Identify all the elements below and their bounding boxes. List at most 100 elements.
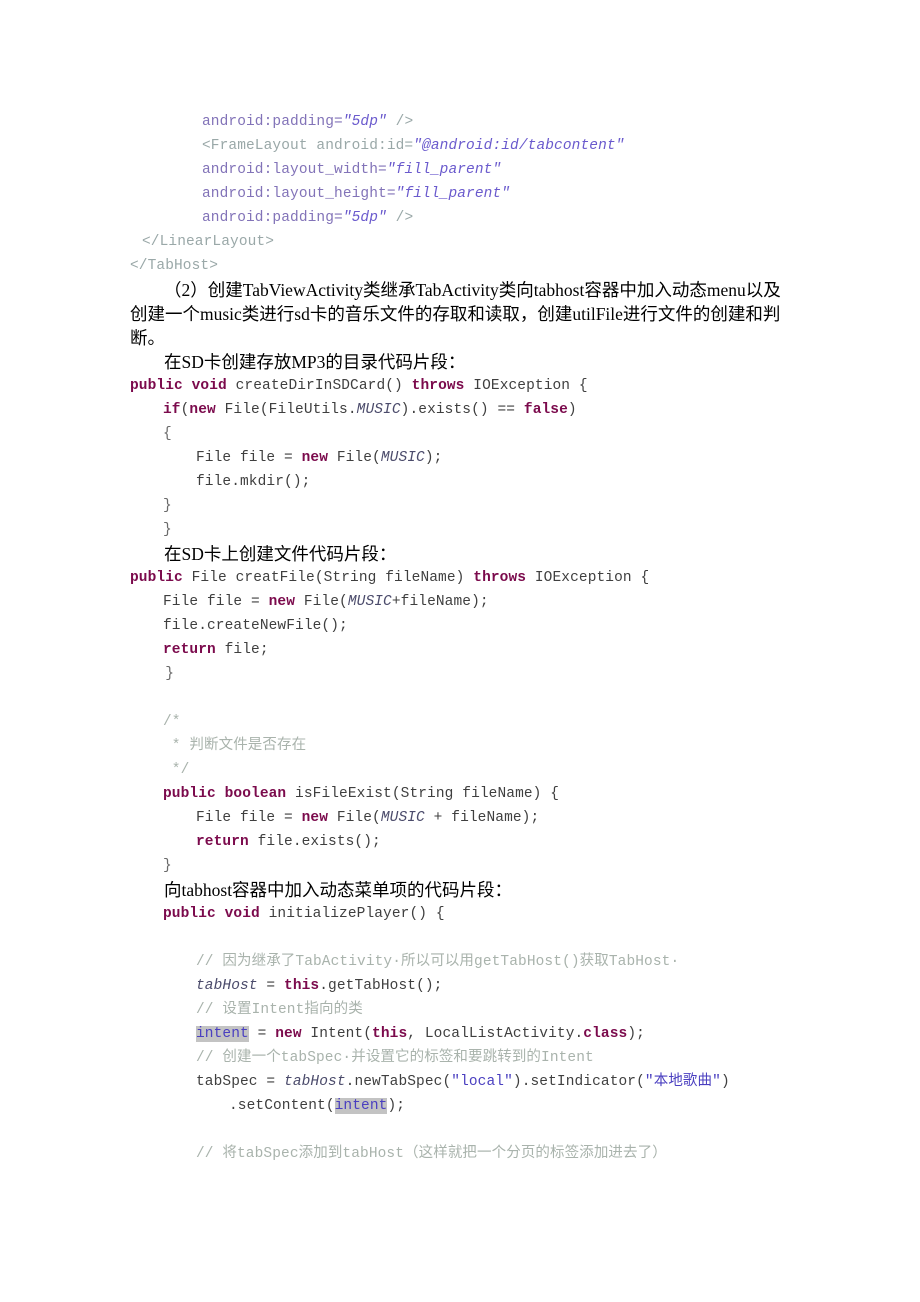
code-token: MUSIC (380, 450, 425, 466)
java-code-block-2: public File creatFile(String fileName) t… (130, 566, 830, 878)
code-token: Intent( (301, 1026, 373, 1042)
code-token: } (163, 858, 172, 874)
code-token: if (163, 402, 181, 418)
code-line: return file.exists(); (130, 830, 830, 854)
code-token: // 因为继承了TabActivity·所以可以用getTabHost()获取T… (196, 954, 680, 970)
code-token: +fileName); (391, 594, 489, 610)
code-line: android:layout_height="fill_parent" (130, 182, 830, 206)
code-token: File( (295, 594, 348, 610)
code-token: */ (163, 762, 190, 778)
code-token: File( (328, 810, 381, 826)
code-line: // 因为继承了TabActivity·所以可以用getTabHost()获取T… (130, 950, 830, 974)
code-token: .setContent( (229, 1098, 335, 1114)
code-token: * 判断文件是否存在 (163, 738, 307, 754)
code-line: */ (130, 758, 830, 782)
code-token: tabHost (196, 978, 258, 994)
code-line: return file; (130, 638, 830, 662)
code-token: "5dp" (342, 210, 387, 226)
code-token: , LocalListActivity. (407, 1026, 584, 1042)
paragraph-1: （2）创建TabViewActivity类继承TabActivity类向tabh… (130, 280, 781, 348)
code-line: if(new File(FileUtils.MUSIC).exists() ==… (130, 398, 830, 422)
code-line: File file = new File(MUSIC+fileName); (130, 590, 830, 614)
code-line: file.createNewFile(); (130, 614, 830, 638)
code-token: IOException { (464, 378, 588, 394)
code-token: // 设置Intent指向的类 (196, 1002, 363, 1018)
code-line: public boolean isFileExist(String fileNa… (130, 782, 830, 806)
code-token: "@android:id/tabcontent" (413, 138, 625, 154)
code-token: public boolean (163, 786, 287, 802)
code-token: file.exists(); (248, 834, 381, 850)
code-token: ); (627, 1026, 645, 1042)
code-line: public void initializePlayer() { (130, 902, 830, 926)
code-token: File file = (163, 594, 269, 610)
code-token: file.mkdir(); (196, 474, 311, 490)
code-token: public void (163, 906, 260, 922)
code-line: public void createDirInSDCard() throws I… (130, 374, 830, 398)
code-token: this (372, 1026, 408, 1042)
code-token: MUSIC (356, 402, 401, 418)
code-token: File creatFile(String fileName) (182, 570, 474, 586)
code-line: android:padding="5dp" /> (130, 206, 830, 230)
code-token: createDirInSDCard() (226, 378, 412, 394)
code-token: new (275, 1026, 302, 1042)
code-token: ); (387, 1098, 406, 1114)
code-token: android:padding= (202, 210, 343, 226)
code-token: .newTabSpec( (345, 1074, 452, 1090)
code-token: ) (720, 1074, 730, 1090)
code-line: * 判断文件是否存在 (130, 734, 830, 758)
code-line: </LinearLayout> (130, 230, 830, 254)
code-token: public (130, 570, 183, 586)
code-token: android:layout_height= (202, 186, 396, 202)
code-token: isFileExist(String fileName) { (286, 786, 560, 802)
code-token: = (257, 978, 285, 994)
code-token: tabHost (284, 1074, 346, 1090)
code-token: new (189, 402, 216, 418)
code-token: "local" (451, 1074, 513, 1090)
code-line: public File creatFile(String fileName) t… (130, 566, 830, 590)
code-token: file; (215, 642, 269, 658)
code-token: /> (386, 114, 414, 130)
code-token: MUSIC (347, 594, 392, 610)
subhead-3: 向tabhost容器中加入动态菜单项的代码片段： (164, 880, 513, 900)
code-token: </LinearLayout> (142, 234, 275, 250)
code-line: File file = new File(MUSIC + fileName); (130, 806, 830, 830)
code-token: this (284, 978, 320, 994)
code-token: android:padding= (202, 114, 343, 130)
subhead-1: 在SD卡创建存放MP3的目录代码片段： (164, 352, 466, 372)
code-line: } (130, 662, 830, 686)
code-token: android:layout_width= (202, 162, 387, 178)
code-line: // 设置Intent指向的类 (130, 998, 830, 1022)
code-line: .setContent(intent); (130, 1094, 830, 1118)
document-content: android:padding="5dp" /> <FrameLayout and… (130, 110, 830, 1166)
code-line: { (130, 422, 830, 446)
code-line: intent = new Intent(this, LocalListActiv… (130, 1022, 830, 1046)
code-token: new (301, 810, 329, 826)
code-line: </TabHost> (130, 254, 830, 278)
document-page: android:padding="5dp" /> <FrameLayout and… (0, 0, 920, 1302)
code-line: // 创建一个tabSpec·并设置它的标签和要跳转到的Intent (130, 1046, 830, 1070)
code-token: "fill_parent" (386, 162, 502, 178)
code-line: file.mkdir(); (130, 470, 830, 494)
code-token: return (163, 642, 216, 658)
code-token: "fill_parent" (395, 186, 511, 202)
code-token: "5dp" (342, 114, 387, 130)
code-token: File( (328, 450, 381, 466)
code-token: return (196, 834, 249, 850)
code-line: /* (130, 710, 830, 734)
code-token: initializePlayer() { (259, 906, 445, 922)
highlighted-token: intent (196, 1026, 249, 1042)
code-token: } (163, 522, 172, 538)
code-token: </TabHost> (130, 258, 219, 274)
code-token: } (163, 498, 172, 514)
code-token: throws (411, 378, 465, 394)
code-token: ) (567, 402, 577, 418)
code-token: File file = (196, 450, 302, 466)
code-line: } (130, 494, 830, 518)
code-token: + fileName); (424, 810, 540, 826)
code-token: ).exists() == (400, 402, 524, 418)
subhead-2: 在SD卡上创建文件代码片段： (164, 544, 397, 564)
code-token: class (583, 1026, 628, 1042)
